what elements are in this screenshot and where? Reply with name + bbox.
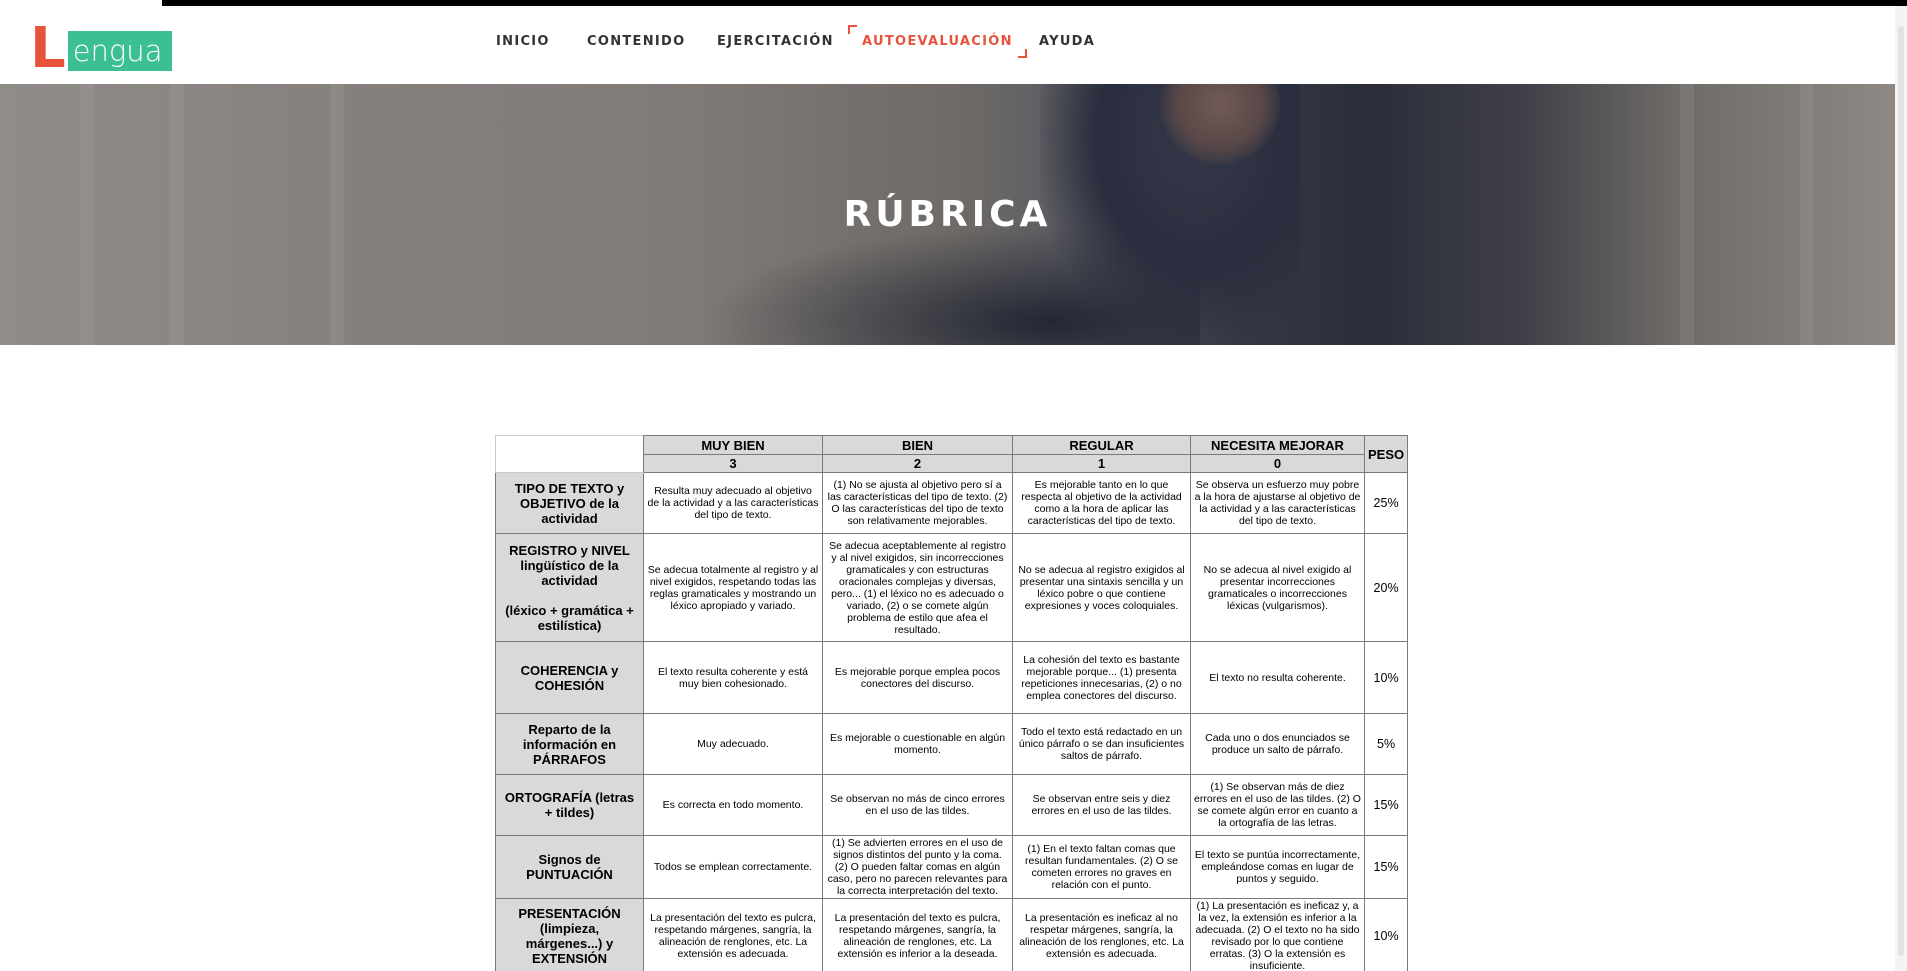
site-header: L engua INICIO CONTENIDO EJERCITACIÓN AU… — [0, 6, 1907, 84]
descriptor-cell: El texto no resulta coherente. — [1190, 641, 1365, 714]
descriptor-cell: El texto resulta coherente y está muy bi… — [643, 641, 823, 714]
rubric-row: COHERENCIA y COHESIÓN El texto resulta c… — [495, 641, 1409, 714]
descriptor-cell: No se adecua al registro exigidos al pre… — [1012, 533, 1191, 642]
level-header: REGULAR — [1012, 435, 1191, 455]
level-score: 0 — [1190, 454, 1365, 473]
active-corner-bottom-right — [1017, 49, 1027, 58]
nav-autoevaluacion[interactable]: AUTOEVALUACIÓN — [848, 25, 1027, 58]
rubric-row: Reparto de la información en PÁRRAFOS Mu… — [495, 713, 1409, 775]
page-title: RÚBRICA — [843, 194, 1052, 235]
weight-cell: 20% — [1363, 533, 1409, 642]
criterion-cell: REGISTRO y NIVEL lingüístico de la activ… — [495, 533, 644, 642]
nav-ayuda[interactable]: AYUDA — [1039, 34, 1095, 49]
level-score: 1 — [1012, 454, 1191, 473]
descriptor-cell: Muy adecuado. — [643, 713, 823, 775]
level-score: 2 — [822, 454, 1013, 473]
criterion-cell: PRESENTACIÓN (limpieza, márgenes...) y E… — [495, 898, 644, 971]
level-score: 3 — [643, 454, 823, 473]
weight-cell: 10% — [1363, 641, 1409, 714]
descriptor-cell: La presentación del texto es pulcra, res… — [822, 898, 1013, 971]
descriptor-cell: Se adecua totalmente al registro y al ni… — [643, 533, 823, 642]
descriptor-cell: El texto se puntúa incorrectamente, empl… — [1190, 835, 1365, 899]
criterion-cell: COHERENCIA y COHESIÓN — [495, 641, 644, 714]
descriptor-cell: Se adecua aceptablemente al registro y a… — [822, 533, 1013, 642]
criterion-note: (léxico + gramática + estilística) — [505, 602, 634, 633]
nav-contenido[interactable]: CONTENIDO — [587, 34, 685, 49]
descriptor-cell: La cohesión del texto es bastante mejora… — [1012, 641, 1191, 714]
descriptor-cell: Todos se emplean correctamente. — [643, 835, 823, 899]
hero-banner: RÚBRICA — [0, 84, 1907, 345]
descriptor-cell: (1) En el texto faltan comas que resulta… — [1012, 835, 1191, 899]
rubric-corner-blank — [495, 435, 644, 473]
criterion-cell: TIPO DE TEXTO y OBJETIVO de la actividad — [495, 472, 644, 534]
descriptor-cell: Se observan no más de cinco errores en e… — [822, 774, 1013, 836]
scrollbar-thumb[interactable] — [1898, 26, 1904, 956]
descriptor-cell: Resulta muy adecuado al objetivo de la a… — [643, 472, 823, 534]
weight-cell: 15% — [1363, 835, 1409, 899]
rubric-row: TIPO DE TEXTO y OBJETIVO de la actividad… — [495, 472, 1409, 534]
descriptor-cell: La presentación del texto es pulcra, res… — [643, 898, 823, 971]
level-header: NECESITA MEJORAR — [1190, 435, 1365, 455]
rubric-table: MUY BIEN BIEN REGULAR NECESITA MEJORAR P… — [495, 435, 1409, 971]
descriptor-cell: Es mejorable tanto en lo que respecta al… — [1012, 472, 1191, 534]
weight-cell: 5% — [1363, 713, 1409, 775]
descriptor-cell: Se observan entre seis y diez errores en… — [1012, 774, 1191, 836]
descriptor-cell: Todo el texto está redactado en un único… — [1012, 713, 1191, 775]
descriptor-cell: (1) La presentación es ineficaz y, a la … — [1190, 898, 1365, 971]
level-header: MUY BIEN — [643, 435, 823, 455]
rubric-row: ORTOGRAFÍA (letras + tildes) Es correcta… — [495, 774, 1409, 836]
page-scrollbar[interactable] — [1895, 6, 1907, 971]
descriptor-cell: Es correcta en todo momento. — [643, 774, 823, 836]
descriptor-cell: Cada uno o dos enunciados se produce un … — [1190, 713, 1365, 775]
descriptor-cell: (1) Se observan más de diez errores en e… — [1190, 774, 1365, 836]
weight-cell: 10% — [1363, 898, 1409, 971]
descriptor-cell: No se adecua al nivel exigido al present… — [1190, 533, 1365, 642]
descriptor-cell: (1) Se advierten errores en el uso de si… — [822, 835, 1013, 899]
nav-ejercitacion[interactable]: EJERCITACIÓN — [717, 34, 834, 49]
criterion-cell: ORTOGRAFÍA (letras + tildes) — [495, 774, 644, 836]
descriptor-cell: (1) No se ajusta al objetivo pero sí a l… — [822, 472, 1013, 534]
rubric-row: PRESENTACIÓN (limpieza, márgenes...) y E… — [495, 898, 1409, 971]
active-corner-top-left — [848, 25, 857, 34]
descriptor-cell: Es mejorable o cuestionable en algún mom… — [822, 713, 1013, 775]
main-nav: INICIO CONTENIDO EJERCITACIÓN AUTOEVALUA… — [0, 6, 1907, 84]
weight-header: PESO — [1363, 435, 1409, 473]
rubric-row: REGISTRO y NIVEL lingüístico de la activ… — [495, 533, 1409, 642]
rubric-row: Signos de PUNTUACIÓN Todos se emplean co… — [495, 835, 1409, 899]
criterion-cell: Signos de PUNTUACIÓN — [495, 835, 644, 899]
descriptor-cell: Se observa un esfuerzo muy pobre a la ho… — [1190, 472, 1365, 534]
weight-cell: 15% — [1363, 774, 1409, 836]
criterion-cell: Reparto de la información en PÁRRAFOS — [495, 713, 644, 775]
descriptor-cell: Es mejorable porque emplea pocos conecto… — [822, 641, 1013, 714]
level-header: BIEN — [822, 435, 1013, 455]
weight-cell: 25% — [1363, 472, 1409, 534]
nav-inicio[interactable]: INICIO — [496, 34, 550, 49]
nav-autoevaluacion-label: AUTOEVALUACIÓN — [862, 34, 1013, 49]
descriptor-cell: La presentación es ineficaz al no respet… — [1012, 898, 1191, 971]
